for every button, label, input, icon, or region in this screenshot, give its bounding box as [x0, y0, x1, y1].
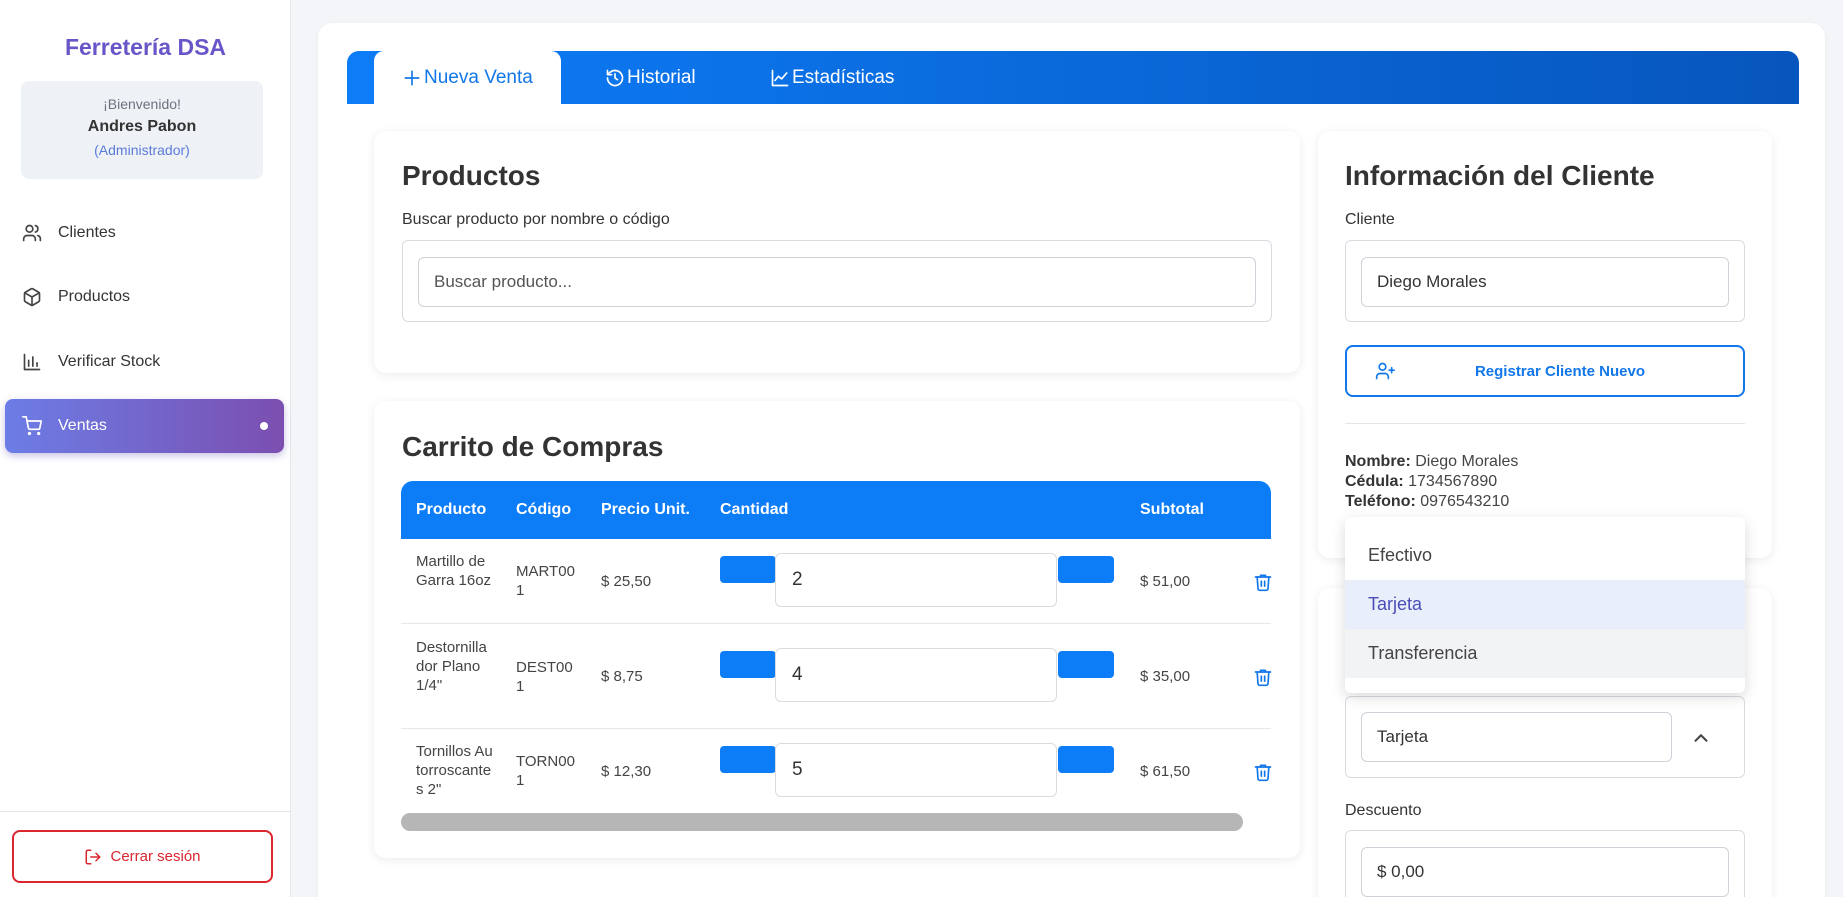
client-id-value: 1734567890: [1408, 473, 1498, 490]
tab-label: Nueva Venta: [424, 66, 533, 88]
cell-price: $ 8,75: [601, 668, 643, 685]
cell-product: Martillo de Garra 16oz: [416, 553, 492, 589]
plus-icon: [402, 68, 422, 88]
box-icon: [20, 285, 44, 309]
sidebar-item-label: Clientes: [58, 224, 116, 241]
cart-table-header: Producto Código Precio Unit. Cantidad Su…: [401, 481, 1271, 539]
client-phone-value: 0976543210: [1420, 493, 1510, 510]
table-row: Martillo de Garra 16oz MART001 $ 25,50 2…: [401, 539, 1273, 624]
option-tarjeta[interactable]: Tarjeta: [1345, 580, 1745, 629]
increase-qty-button[interactable]: [1058, 746, 1114, 773]
sidebar-item-clientes[interactable]: Clientes: [5, 206, 284, 260]
trash-icon[interactable]: [1253, 571, 1273, 593]
cell-subtotal: $ 61,50: [1140, 763, 1191, 780]
sidebar-item-label: Ventas: [58, 417, 107, 434]
discount-input[interactable]: $ 0,00: [1361, 847, 1729, 897]
sidebar-divider: [0, 811, 291, 812]
cell-code: DEST001: [516, 659, 573, 695]
discount-label: Descuento: [1345, 802, 1422, 819]
cell-price: $ 12,30: [601, 763, 652, 780]
option-transferencia[interactable]: Transferencia: [1345, 629, 1745, 678]
quantity-input[interactable]: 4: [775, 648, 1057, 702]
logout-label: Cerrar sesión: [110, 848, 201, 865]
sidebar-item-label: Productos: [58, 288, 131, 305]
quantity-input[interactable]: 2: [775, 553, 1057, 607]
client-divider: [1345, 423, 1745, 424]
trash-icon[interactable]: [1253, 761, 1273, 783]
header-unit-price: Precio Unit.: [601, 501, 690, 518]
client-name-line: Nombre: Diego Morales: [1345, 453, 1518, 471]
welcome-greeting: ¡Bienvenido!: [103, 96, 181, 112]
sidebar-item-productos[interactable]: Productos: [5, 270, 284, 324]
users-icon: [20, 221, 44, 245]
increase-qty-button[interactable]: [1058, 651, 1114, 678]
register-client-button[interactable]: Registrar Cliente Nuevo: [1345, 345, 1745, 397]
bar-chart-icon: [20, 350, 44, 374]
header-code: Código: [516, 501, 572, 518]
register-client-label: Registrar Cliente Nuevo: [1474, 362, 1646, 380]
sidebar: Ferretería DSA ¡Bienvenido! Andres Pabon…: [0, 0, 291, 897]
cell-product: Destornillador Plano 1/4": [416, 639, 487, 694]
sidebar-item-label: Verificar Stock: [58, 353, 161, 370]
table-row: Tornillos Autorroscantes 2" TORN001 $ 12…: [401, 729, 1273, 813]
trend-icon: [770, 68, 790, 88]
tab-estadisticas[interactable]: Estadísticas: [770, 51, 894, 104]
logout-button[interactable]: Cerrar sesión: [12, 830, 273, 883]
cell-code: TORN001: [516, 753, 575, 789]
sidebar-item-ventas[interactable]: Ventas: [5, 399, 284, 453]
cell-subtotal: $ 35,00: [1140, 668, 1191, 685]
header-subtotal: Subtotal: [1140, 501, 1204, 518]
tab-label: Historial: [627, 66, 696, 88]
tab-bar: Nueva Venta Historial Estadísticas: [347, 51, 1799, 104]
tab-nueva-venta[interactable]: Nueva Venta: [374, 51, 561, 104]
cell-subtotal: $ 51,00: [1140, 573, 1191, 590]
active-indicator: [260, 422, 268, 430]
user-name: Andres Pabon: [87, 118, 197, 135]
chevron-up-icon[interactable]: [1690, 727, 1712, 749]
cart-icon: [20, 414, 44, 438]
option-efectivo[interactable]: Efectivo: [1345, 531, 1745, 580]
product-search-label: Buscar producto por nombre o código: [402, 211, 670, 228]
header-product: Producto: [416, 501, 487, 518]
decrease-qty-button[interactable]: [720, 651, 776, 678]
tab-historial[interactable]: Historial: [605, 51, 696, 104]
history-icon: [605, 68, 625, 88]
client-phone-label: Teléfono:: [1345, 493, 1416, 510]
client-name-value: Diego Morales: [1415, 453, 1519, 470]
tab-label: Estadísticas: [792, 66, 895, 88]
client-phone-line: Teléfono: 0976543210: [1345, 493, 1509, 511]
welcome-card: ¡Bienvenido! Andres Pabon (Administrador…: [21, 81, 263, 179]
sidebar-item-verificar-stock[interactable]: Verificar Stock: [5, 335, 284, 389]
increase-qty-button[interactable]: [1058, 556, 1114, 583]
cell-price: $ 25,50: [601, 573, 652, 590]
user-role: (Administrador): [94, 142, 190, 158]
products-title: Productos: [402, 160, 541, 191]
client-id-line: Cédula: 1734567890: [1345, 473, 1497, 491]
product-search-input[interactable]: [418, 257, 1256, 307]
user-plus-icon: [1375, 361, 1395, 381]
quantity-input[interactable]: 5: [775, 743, 1057, 797]
trash-icon[interactable]: [1253, 666, 1273, 688]
cart-title: Carrito de Compras: [402, 431, 664, 462]
table-row: Destornillador Plano 1/4" DEST001 $ 8,75…: [401, 624, 1273, 729]
payment-method-select[interactable]: Tarjeta: [1361, 712, 1672, 762]
decrease-qty-button[interactable]: [720, 746, 776, 773]
table-horizontal-scrollbar[interactable]: [401, 813, 1243, 831]
decrease-qty-button[interactable]: [720, 556, 776, 583]
cell-product: Tornillos Autorroscantes 2": [416, 743, 493, 798]
payment-method-dropdown: Efectivo Tarjeta Transferencia: [1345, 517, 1745, 693]
client-label: Cliente: [1345, 211, 1395, 228]
brand-title: Ferretería DSA: [64, 34, 227, 60]
client-id-label: Cédula:: [1345, 473, 1404, 490]
logout-icon: [84, 848, 102, 866]
client-input[interactable]: Diego Morales: [1361, 257, 1729, 307]
client-title: Información del Cliente: [1345, 160, 1655, 191]
cell-code: MART001: [516, 563, 575, 599]
client-name-label: Nombre:: [1345, 453, 1411, 470]
header-quantity: Cantidad: [720, 501, 789, 518]
